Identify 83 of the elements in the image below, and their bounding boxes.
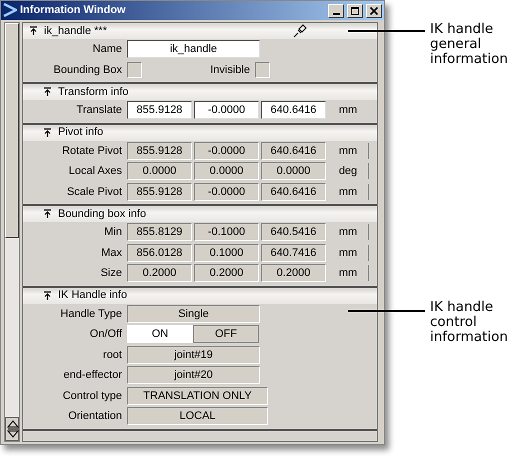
- value-field: -0.0000: [194, 182, 259, 201]
- name-field[interactable]: ik_handle: [127, 40, 260, 58]
- minimize-icon: [332, 12, 340, 14]
- value-field: 0.1000: [194, 244, 259, 262]
- section-header[interactable]: Bounding box info: [23, 206, 377, 222]
- checkbox-label: Bounding Box: [52, 62, 123, 78]
- field-label: Scale Pivot: [66, 184, 123, 200]
- unit-label: mm: [338, 266, 358, 281]
- section-header[interactable]: Transform info: [23, 84, 377, 100]
- section-header[interactable]: IK Handle info: [23, 288, 377, 304]
- annotation-text: IK handle control information: [430, 300, 509, 345]
- pin-icon[interactable]: [293, 24, 307, 38]
- field-label: Min: [103, 225, 123, 240]
- value-field: 855.9128: [127, 142, 192, 160]
- value-field: Single: [127, 304, 260, 323]
- field-label: Control type: [62, 388, 123, 404]
- value-field: 0.0000: [127, 162, 192, 180]
- field-label: Translate: [76, 103, 123, 118]
- collapse-icon[interactable]: [43, 209, 52, 219]
- unit-label: deg: [338, 164, 358, 179]
- scroll-arrows-icon[interactable]: [5, 417, 19, 441]
- field-label: Local Axes: [68, 164, 123, 179]
- section-title: Transform info: [58, 84, 129, 100]
- section-header[interactable]: Pivot info: [23, 124, 377, 140]
- value-field: 0.2000: [261, 264, 326, 282]
- field-label: root: [102, 348, 123, 362]
- value-field: 0.2000: [194, 264, 259, 282]
- value-field: joint#19: [127, 346, 260, 364]
- unit-label: mm: [338, 246, 358, 260]
- value-field: joint#20: [127, 366, 260, 384]
- value-field: 0.2000: [127, 264, 192, 282]
- field-label: On/Off: [88, 327, 123, 342]
- value-field: -0.0000: [194, 142, 259, 160]
- collapse-icon[interactable]: [43, 290, 52, 300]
- field-label: Max: [100, 246, 123, 260]
- section-title: IK Handle info: [58, 288, 128, 304]
- toggle-option[interactable]: OFF: [193, 325, 259, 344]
- value-field: 640.6416: [261, 142, 326, 160]
- checkbox[interactable]: [255, 62, 270, 78]
- value-field: 855.8129: [127, 223, 192, 242]
- field-label: Orientation: [67, 409, 123, 424]
- field-label: Handle Type: [59, 306, 123, 322]
- minimize-button[interactable]: [328, 4, 344, 18]
- value-field: -0.1000: [194, 223, 259, 242]
- unit-label: mm: [338, 184, 358, 200]
- toggle-option[interactable]: ON: [127, 325, 193, 344]
- number-field[interactable]: 640.6416: [261, 101, 326, 120]
- value-field: 0.0000: [194, 162, 259, 180]
- field-label: Rotate Pivot: [61, 144, 123, 158]
- value-field: 0.0000: [261, 162, 326, 180]
- value-field: 640.6416: [261, 182, 326, 201]
- unit-label: mm: [338, 225, 358, 240]
- value-field: TRANSLATION ONLY: [127, 386, 268, 405]
- collapse-icon[interactable]: [29, 26, 38, 36]
- section-header[interactable]: ik_handle ***: [23, 23, 377, 39]
- window-icon: [3, 2, 17, 19]
- collapse-icon[interactable]: [43, 128, 52, 138]
- scroll-thumb[interactable]: [5, 23, 19, 238]
- section-title: ik_handle ***: [44, 24, 107, 39]
- number-field[interactable]: 855.9128: [127, 101, 192, 120]
- value-field: 855.9128: [127, 182, 192, 201]
- section-title: Pivot info: [58, 125, 104, 140]
- scrollbar[interactable]: [4, 22, 20, 442]
- window-title: Information Window: [20, 3, 127, 18]
- close-icon: [369, 6, 379, 16]
- field-label: end-effector: [62, 368, 123, 383]
- value-field: 640.7416: [261, 244, 326, 262]
- checkbox-label: Invisible: [209, 62, 251, 78]
- unit-label: mm: [338, 103, 358, 118]
- section-title: Bounding box info: [58, 206, 146, 222]
- value-field: 856.0128: [127, 244, 192, 262]
- unit-label: mm: [338, 144, 358, 158]
- value-field: 640.5416: [261, 223, 326, 242]
- annotation-text: IK handle general information: [430, 22, 509, 67]
- field-label: Name: [92, 42, 123, 57]
- collapse-icon[interactable]: [43, 87, 52, 97]
- maximize-icon: [350, 6, 360, 16]
- field-label: Size: [100, 266, 123, 281]
- maximize-button[interactable]: [347, 4, 363, 18]
- value-field: LOCAL: [127, 407, 268, 426]
- checkbox[interactable]: [127, 62, 142, 78]
- number-field[interactable]: -0.0000: [194, 101, 259, 120]
- close-button[interactable]: [366, 4, 382, 18]
